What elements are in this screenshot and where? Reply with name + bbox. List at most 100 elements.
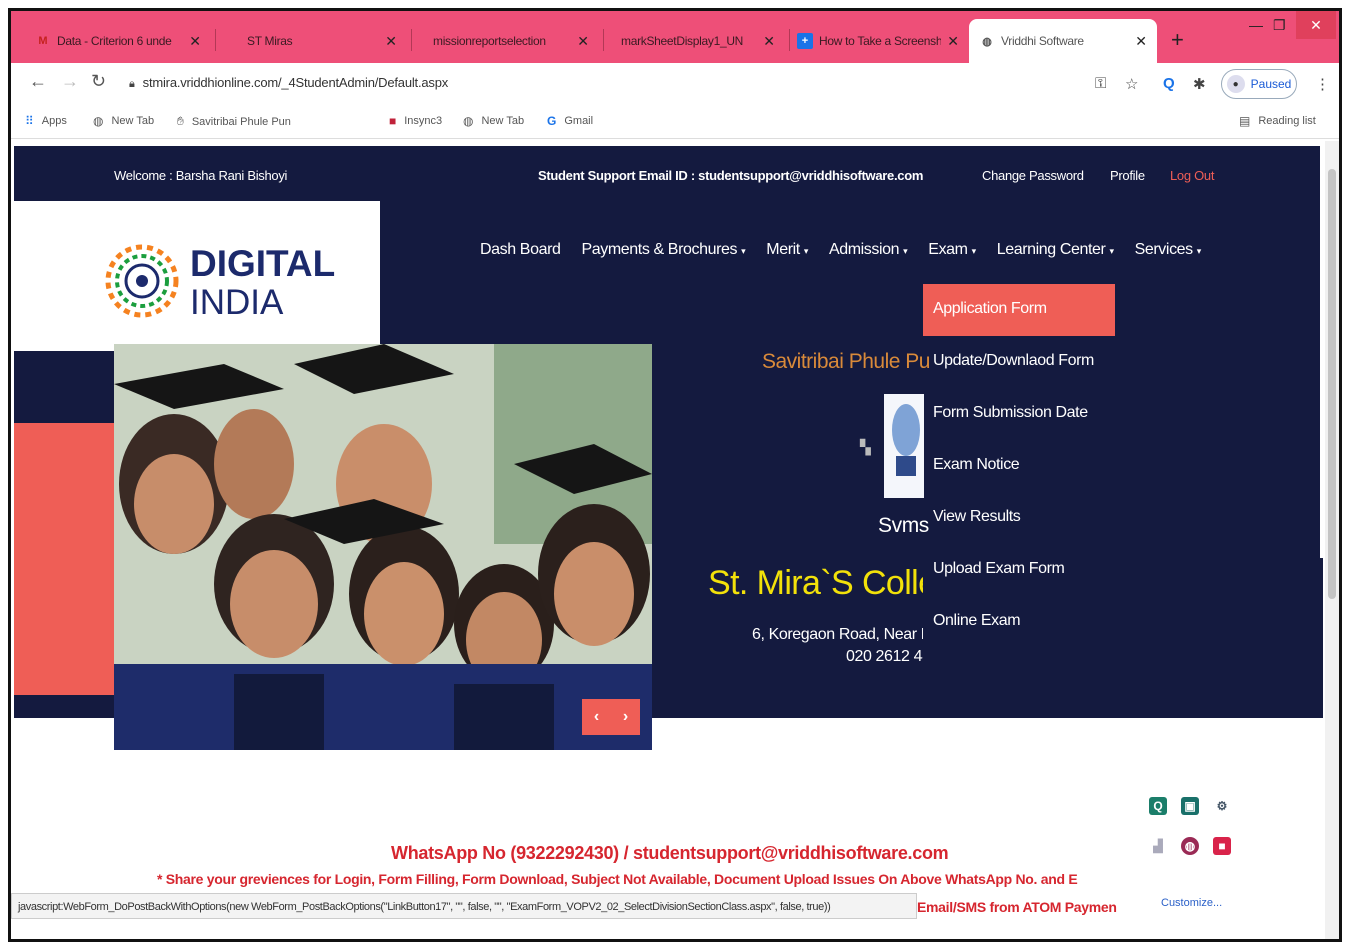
close-icon[interactable]: ✕: [385, 33, 397, 50]
bookmark-gmail[interactable]: G Gmail: [547, 114, 593, 128]
tab-title: Vriddhi Software: [1001, 34, 1084, 48]
reading-list-label: Reading list: [1258, 115, 1316, 127]
close-icon[interactable]: ✕: [763, 33, 775, 50]
tab-data-criterion[interactable]: M Data - Criterion 6 unde ✕: [25, 19, 211, 63]
bookmark-label: Savitribai Phule Pun: [191, 115, 291, 128]
support-email: Student Support Email ID : studentsuppor…: [538, 168, 924, 183]
side-gear-icon[interactable]: ⚙: [1213, 797, 1231, 815]
extensions-icon[interactable]: ✱: [1193, 75, 1206, 93]
nav-payments[interactable]: Payments & Brochures ▾: [582, 241, 746, 259]
bookmark-new-tab-2[interactable]: ◍ New Tab: [463, 114, 524, 128]
menu-item-exam-notice[interactable]: Exam Notice: [923, 440, 1115, 492]
bookmark-label: New Tab: [481, 115, 525, 127]
window-close-button[interactable]: ✕: [1296, 11, 1336, 39]
college-emblem-icon: [884, 394, 924, 498]
profile-link[interactable]: Profile: [1110, 168, 1145, 183]
minimize-icon[interactable]: —: [1249, 17, 1263, 33]
nav-services[interactable]: Services ▾: [1135, 241, 1202, 259]
search-extension-icon[interactable]: Q: [1163, 75, 1175, 92]
hand-icon: ✋︎: [177, 114, 184, 128]
bookmark-label: Insync3: [404, 115, 443, 127]
university-name: Savitribai Phule Pu: [762, 350, 930, 373]
menu-item-online-exam[interactable]: Online Exam: [923, 596, 1115, 648]
caret-down-icon: ▾: [741, 246, 746, 256]
bookmark-apps[interactable]: ⠿ Apps: [25, 114, 67, 128]
menu-item-form-submission-date[interactable]: Form Submission Date: [923, 388, 1115, 440]
bookmark-savitribai[interactable]: ✋︎ Savitribai Phule Pun: [177, 114, 291, 129]
college-address: 6, Koregaon Road, Near H: [752, 626, 932, 643]
digital-india-logo-icon: [105, 244, 179, 318]
caret-down-icon: ▾: [971, 246, 977, 256]
side-chart-icon[interactable]: ▟: [1149, 837, 1167, 855]
forward-icon[interactable]: →: [61, 71, 79, 92]
tab-vriddhi-software[interactable]: ◍ Vriddhi Software ✕: [969, 19, 1157, 63]
back-icon[interactable]: ←: [29, 71, 47, 92]
star-icon[interactable]: ☆: [1125, 75, 1138, 93]
nav-dashboard[interactable]: Dash Board: [480, 241, 561, 259]
slider-next-button[interactable]: ›: [623, 708, 628, 726]
customize-link[interactable]: Customize...: [1161, 897, 1222, 909]
profile-paused-button[interactable]: ● Paused: [1221, 69, 1297, 99]
tab-mission-report[interactable]: missionreportselection ✕: [423, 19, 599, 63]
tab-title: Data - Criterion 6 unde: [57, 34, 172, 48]
new-tab-button[interactable]: +: [1171, 27, 1184, 53]
logo-text-india: INDIA: [190, 283, 284, 322]
email-sms-notice: Email/SMS from ATOM Paymen: [917, 899, 1117, 915]
side-record-icon[interactable]: ■: [1213, 837, 1231, 855]
side-globe-icon[interactable]: ◍: [1181, 837, 1199, 855]
tab-title: How to Take a Screensh: [819, 34, 942, 48]
slider-prev-button[interactable]: ‹: [594, 708, 599, 726]
insync-icon: ■: [389, 114, 397, 128]
page-scrollbar[interactable]: [1325, 141, 1339, 939]
top-bar: Welcome : Barsha Rani Bishoyi Student Su…: [14, 146, 1320, 201]
college-logo: [884, 394, 924, 498]
tab-marksheet[interactable]: markSheetDisplay1_UN ✕: [611, 19, 785, 63]
side-q-icon[interactable]: Q: [1149, 797, 1167, 815]
url-text: stmira.vriddhionline.com/_4StudentAdmin/…: [142, 75, 449, 90]
change-password-link[interactable]: Change Password: [982, 168, 1084, 183]
scrollbar-thumb[interactable]: [1328, 169, 1336, 599]
reading-list-icon: ▤: [1239, 114, 1251, 128]
logo-text-digital: DIGITAL: [190, 243, 336, 284]
main-nav: Dash Board Payments & Brochures ▾ Merit ▾ …: [480, 241, 1222, 259]
menu-kebab-icon[interactable]: ⋮: [1315, 75, 1330, 93]
reading-list[interactable]: ▤ Reading list: [1239, 114, 1316, 128]
restore-icon[interactable]: ❐: [1273, 17, 1286, 34]
nav-learning-center[interactable]: Learning Center ▾: [997, 241, 1114, 259]
side-bookmark-icon[interactable]: ▣: [1181, 797, 1199, 815]
bookmark-new-tab[interactable]: ◍ New Tab: [93, 114, 154, 128]
menu-item-view-results[interactable]: View Results: [923, 492, 1115, 544]
close-icon[interactable]: ✕: [1135, 33, 1147, 50]
logo-area: DIGITAL INDIA: [14, 201, 380, 351]
menu-item-upload-exam-form[interactable]: Upload Exam Form: [923, 544, 1115, 596]
bookmark-label: Apps: [41, 115, 67, 127]
menu-item-update-download-form[interactable]: Update/Downlaod Form: [923, 336, 1115, 388]
address-bar[interactable]: 🔒︎ stmira.vriddhionline.com/_4StudentAdmi…: [129, 75, 448, 91]
browser-window: M Data - Criterion 6 unde ✕ ST Miras ✕ m…: [8, 8, 1342, 942]
grievance-notice: * Share your greviences for Login, Form …: [157, 871, 1078, 887]
nav-admission[interactable]: Admission ▾: [828, 241, 908, 259]
tab-screenshot-howto[interactable]: + How to Take a Screensh ✕: [787, 19, 969, 63]
google-icon: G: [547, 114, 557, 128]
key-icon[interactable]: ⚿: [1095, 75, 1106, 92]
avatar: ●: [1226, 75, 1245, 93]
close-icon[interactable]: ✕: [577, 33, 589, 50]
whatsapp-contact: WhatsApp No (9322292430) / studentsuppor…: [391, 843, 949, 863]
reload-icon[interactable]: ↻: [91, 71, 106, 92]
nav-label: Admission: [828, 241, 900, 258]
accent-block: [14, 423, 118, 695]
close-icon[interactable]: ✕: [947, 33, 959, 50]
nav-label: Merit: [766, 241, 800, 258]
menu-item-application-form[interactable]: Application Form: [923, 284, 1115, 336]
hero-section: Welcome : Barsha Rani Bishoyi Student Su…: [14, 146, 1323, 750]
nav-label: Learning Center: [996, 241, 1106, 258]
nav-merit[interactable]: Merit ▾: [766, 241, 808, 259]
logout-link[interactable]: Log Out: [1170, 168, 1214, 183]
close-icon[interactable]: ✕: [189, 33, 201, 50]
tab-st-miras[interactable]: ST Miras ✕: [237, 19, 407, 63]
bookmark-insync[interactable]: ■ Insync3: [389, 114, 442, 128]
caret-down-icon: ▾: [803, 246, 809, 256]
broken-image-icon: ▚: [860, 439, 871, 455]
nav-exam[interactable]: Exam ▾: [928, 241, 977, 259]
nav-label: Dash Board: [480, 241, 561, 258]
